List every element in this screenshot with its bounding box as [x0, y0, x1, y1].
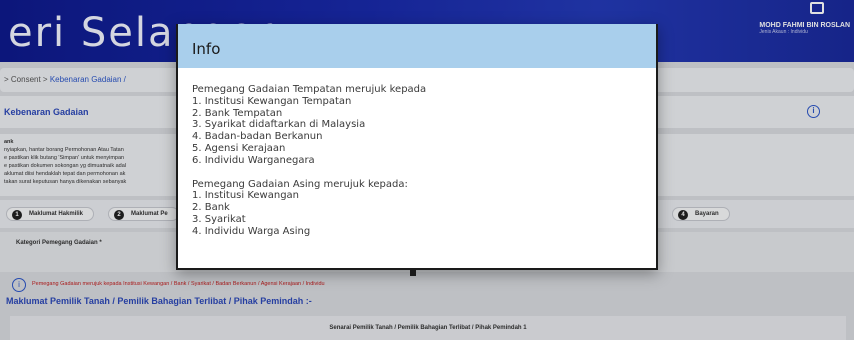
foreign-item: 2. Bank — [192, 202, 230, 214]
foreign-item: 1. Institusi Kewangan — [192, 190, 300, 202]
modal-header: Info — [178, 24, 656, 68]
info-modal: Info Pemegang Gadaian Tempatan merujuk k… — [176, 24, 658, 270]
local-item: 4. Badan-badan Berkanun — [192, 131, 323, 143]
foreign-item: 3. Syarikat — [192, 213, 246, 225]
modal-body: Pemegang Gadaian Tempatan merujuk kepada… — [192, 84, 642, 238]
modal-title: Info — [192, 40, 221, 58]
local-item: 6. Individu Warganegara — [192, 154, 315, 166]
local-heading: Pemegang Gadaian Tempatan merujuk kepada — [192, 84, 427, 95]
mouse-pointer-icon — [410, 270, 416, 276]
foreign-item: 4. Individu Warga Asing — [192, 225, 311, 237]
foreign-heading: Pemegang Gadaian Asing merujuk kepada: — [192, 178, 408, 190]
local-item: 2. Bank Tempatan — [192, 107, 283, 119]
local-item: 1. Institusi Kewangan Tempatan — [192, 95, 352, 107]
local-item: 3. Syarikat didaftarkan di Malaysia — [192, 119, 366, 131]
local-item: 5. Agensi Kerajaan — [192, 142, 286, 154]
